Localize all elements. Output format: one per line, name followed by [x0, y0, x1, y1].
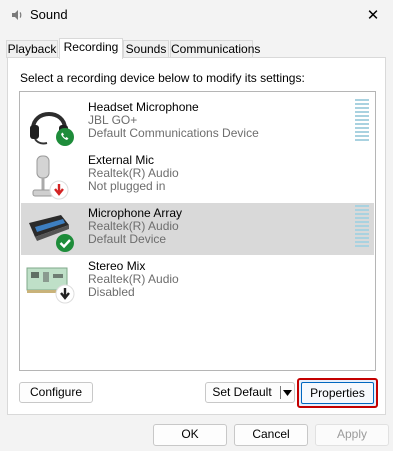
cancel-button[interactable]: Cancel [234, 424, 308, 446]
microphone-icon [25, 152, 77, 202]
device-list[interactable]: Headset Microphone JBL GO+ Default Commu… [19, 91, 376, 371]
tab-sounds[interactable]: Sounds [123, 40, 169, 58]
tab-playback[interactable]: Playback [6, 40, 58, 58]
tab-recording[interactable]: Recording [59, 38, 123, 59]
close-button[interactable]: ✕ [353, 0, 393, 30]
window-title: Sound [30, 7, 68, 22]
title-bar: Sound ✕ [0, 0, 393, 30]
device-text: Microphone Array Realtek(R) Audio Defaul… [88, 207, 182, 246]
set-default-button[interactable]: Set Default [206, 383, 278, 402]
recording-panel: Select a recording device below to modif… [7, 57, 386, 415]
device-status: Not plugged in [88, 179, 166, 193]
close-icon: ✕ [366, 7, 380, 24]
set-default-split-button[interactable]: Set Default [205, 382, 295, 403]
tab-communications[interactable]: Communications [170, 40, 260, 58]
headset-icon [25, 99, 77, 149]
device-status: Default Device [88, 232, 167, 246]
circuit-board-icon [25, 258, 77, 308]
properties-button[interactable]: Properties [297, 378, 378, 408]
speaker-icon [10, 8, 24, 22]
apply-button[interactable]: Apply [315, 424, 389, 446]
device-item-stereo-mix[interactable]: Stereo Mix Realtek(R) Audio Disabled [21, 256, 374, 308]
instructions-text: Select a recording device below to modif… [20, 71, 305, 85]
device-item-microphone-array[interactable]: Microphone Array Realtek(R) Audio Defaul… [21, 203, 374, 255]
device-item-headset-microphone[interactable]: Headset Microphone JBL GO+ Default Commu… [21, 97, 374, 149]
device-item-external-mic[interactable]: External Mic Realtek(R) Audio Not plugge… [21, 150, 374, 202]
device-status: Default Communications Device [88, 126, 259, 140]
configure-button[interactable]: Configure [19, 382, 93, 403]
dropdown-arrow-icon[interactable] [281, 383, 294, 402]
device-text: External Mic Realtek(R) Audio Not plugge… [88, 154, 179, 193]
device-status: Disabled [88, 285, 135, 299]
ok-button[interactable]: OK [153, 424, 227, 446]
properties-button-label: Properties [301, 382, 374, 404]
device-text: Stereo Mix Realtek(R) Audio Disabled [88, 260, 179, 299]
level-meter [355, 205, 369, 249]
device-text: Headset Microphone JBL GO+ Default Commu… [88, 101, 259, 140]
microphone-array-icon [25, 205, 77, 255]
level-meter [355, 99, 369, 143]
